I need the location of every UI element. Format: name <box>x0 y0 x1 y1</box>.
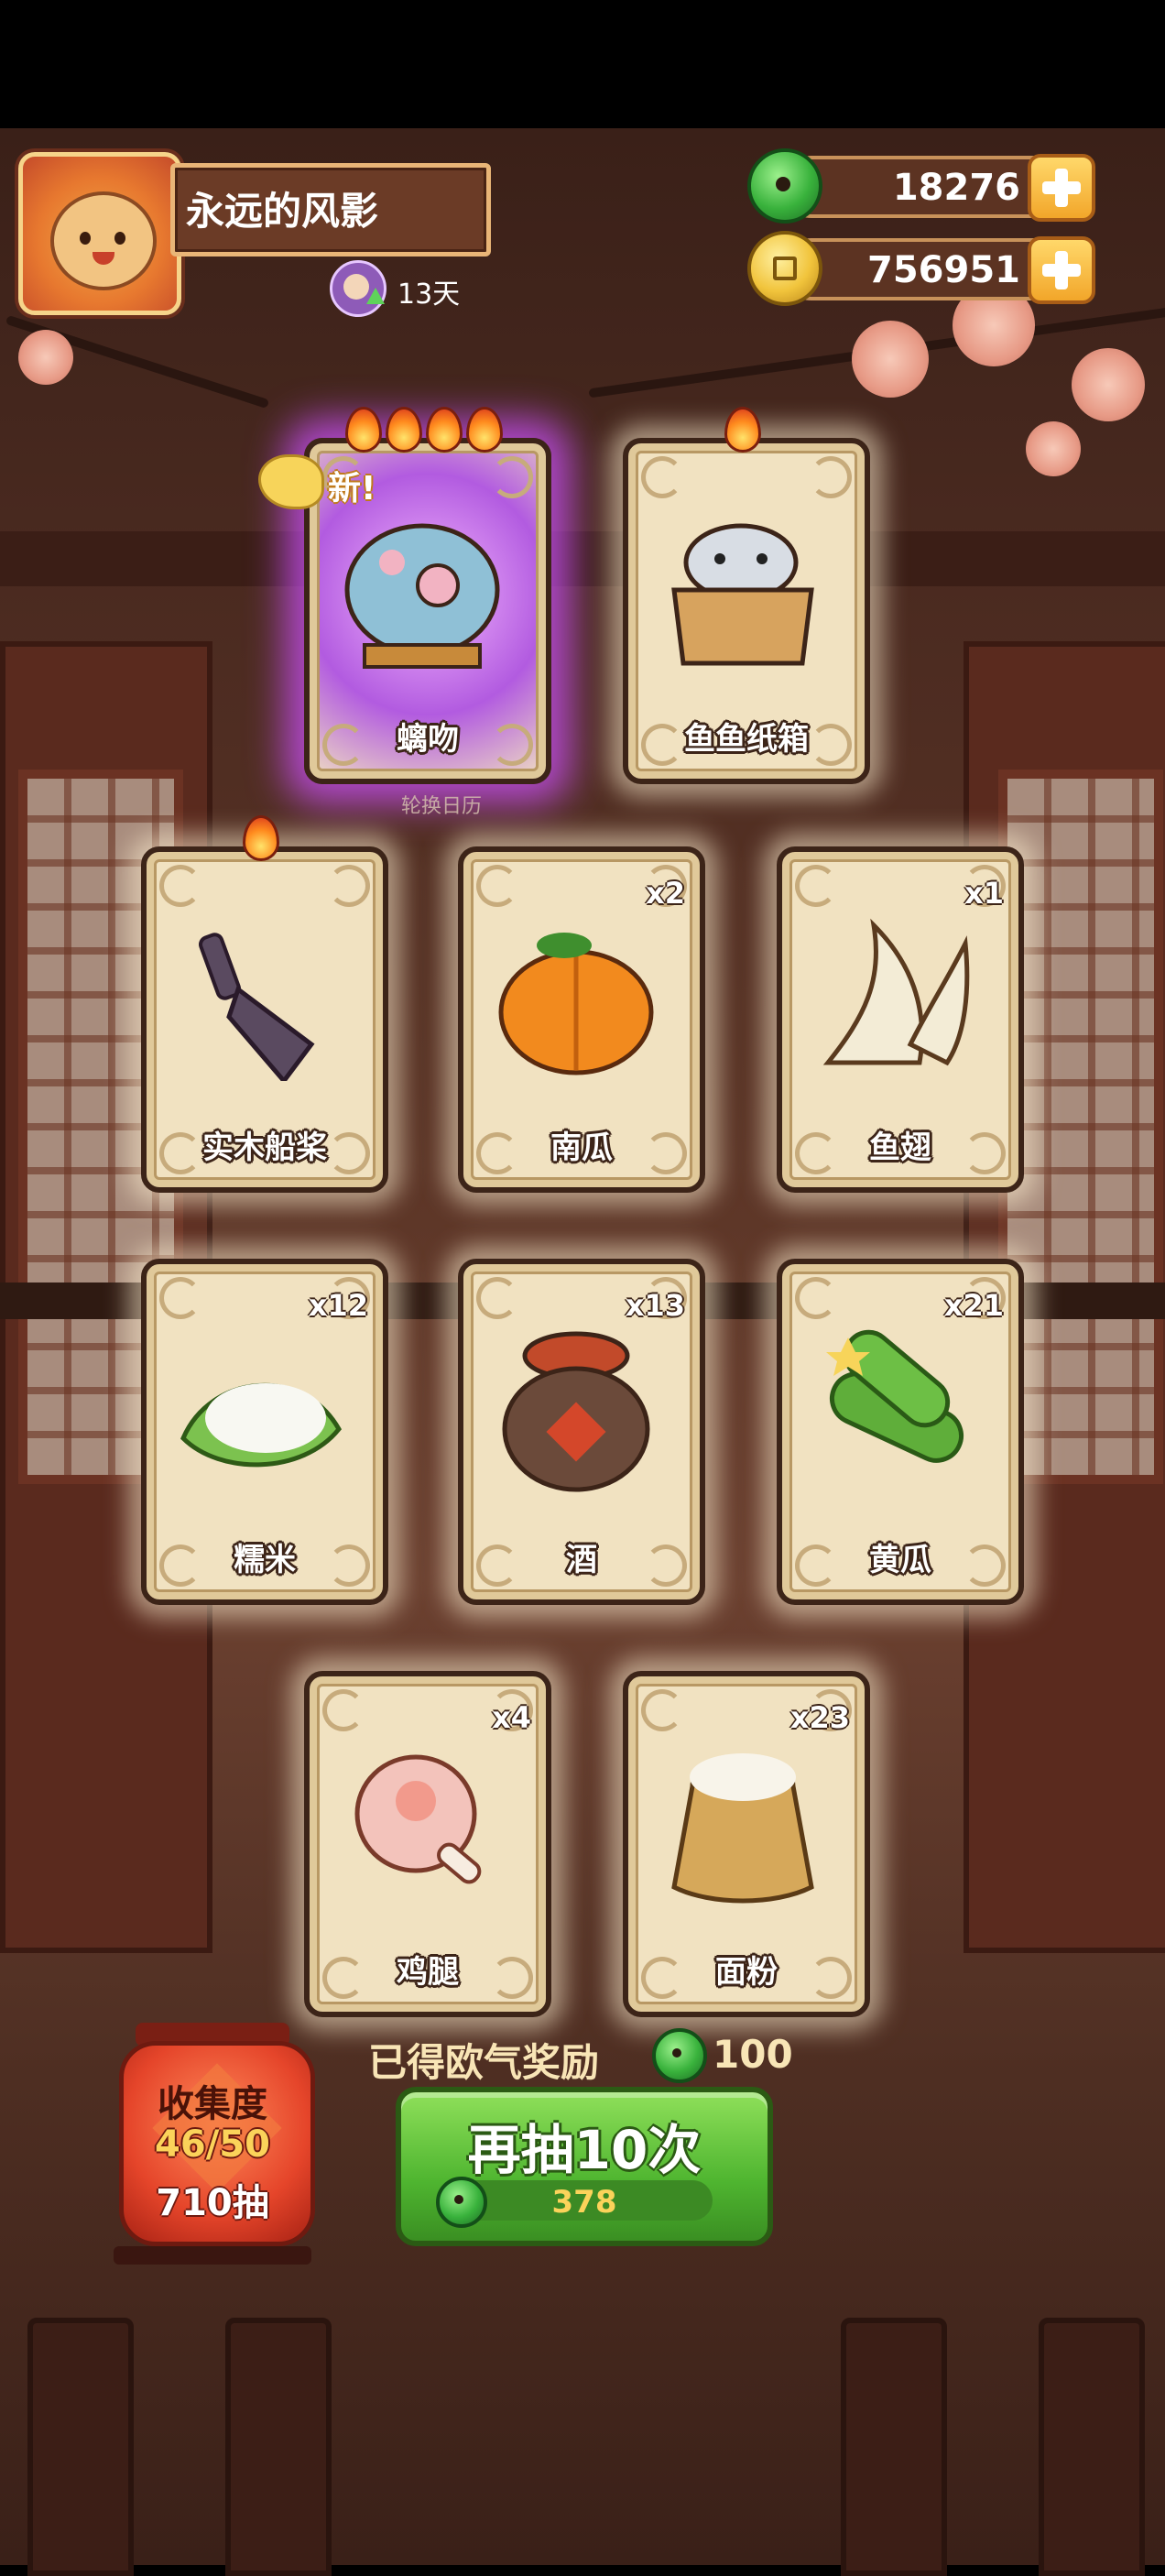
gold-coin-icon <box>747 231 822 306</box>
collection-draws: 710抽 <box>156 2182 269 2224</box>
card-quantity: x4 <box>492 1700 531 1735</box>
wooden-oar-icon <box>199 933 315 1081</box>
item-card[interactable]: x21 黄瓜 <box>777 1259 1024 1605</box>
dragon-fish-icon <box>344 523 500 669</box>
blossom <box>18 330 73 385</box>
reward-value: 100 <box>713 2032 793 2077</box>
add-gold-button[interactable] <box>1028 236 1095 304</box>
card-quantity: x23 <box>789 1700 850 1735</box>
card-corner-swirl <box>795 865 837 907</box>
flour-sack-icon <box>671 1753 814 1904</box>
chicken-leg-icon <box>354 1754 482 1884</box>
collection-lantern[interactable]: 收集度 46/50 710抽 <box>114 2023 315 2270</box>
card-name: 面粉 <box>715 1954 778 1991</box>
card-name: 糯米 <box>234 1542 296 1578</box>
card-name: 黄瓜 <box>869 1542 931 1578</box>
card-name: 鱼鱼纸箱 <box>684 721 809 758</box>
pumpkin-icon <box>498 933 654 1075</box>
collection-progress: 46/50 <box>155 2123 270 2166</box>
item-card[interactable]: 鱼鱼纸箱 <box>623 438 870 784</box>
railing-post <box>841 2318 947 2576</box>
card-corner-swirl <box>328 865 370 907</box>
add-jade-button[interactable] <box>1028 154 1095 222</box>
wine-jar-icon <box>502 1331 650 1492</box>
roof-beam <box>0 531 1165 586</box>
card-corner-swirl <box>322 1689 365 1731</box>
login-days[interactable]: 13天 <box>330 260 476 317</box>
jade-coin-icon <box>747 148 822 224</box>
gold-amount: 756951 <box>867 249 1020 291</box>
bear-face-icon <box>50 191 157 290</box>
card-corner-swirl <box>641 456 683 498</box>
card-name: 鸡腿 <box>397 1954 459 1991</box>
card-name: 鱼翅 <box>869 1130 931 1166</box>
days-count: 13天 <box>397 278 461 311</box>
new-badge: 新! <box>258 454 376 518</box>
cucumber-icon <box>826 1329 964 1463</box>
card-corner-swirl <box>491 456 533 498</box>
jade-amount: 18276 <box>892 167 1020 209</box>
card-quantity: x2 <box>646 876 685 911</box>
draw-ten-button[interactable]: 再抽10次 378 <box>396 2087 773 2246</box>
item-card[interactable]: x1 鱼翅 <box>777 846 1024 1193</box>
card-name: 实木船桨 <box>202 1130 327 1166</box>
card-quantity: x1 <box>964 876 1004 911</box>
up-arrow-icon <box>366 288 385 304</box>
item-card[interactable]: 实木船桨 <box>141 846 388 1193</box>
item-card[interactable]: x23 面粉 <box>623 1671 870 2017</box>
seal-in-box-icon <box>671 523 814 666</box>
card-quantity: x13 <box>625 1288 685 1323</box>
card-corner-swirl <box>476 865 518 907</box>
card-corner-swirl <box>159 1277 201 1319</box>
card-name: 螭吻 <box>397 721 459 758</box>
card-corner-swirl <box>810 456 852 498</box>
jade-currency: 18276 <box>747 148 1105 224</box>
player-name: 永远的风影 <box>186 189 379 234</box>
draw-cost: 378 <box>436 2177 713 2228</box>
railing-post <box>225 2318 332 2576</box>
collection-title: 收集度 <box>158 2083 267 2125</box>
calendar-label: 轮换日历 <box>401 795 483 818</box>
player-name-plate[interactable]: 永远的风影 <box>170 163 491 257</box>
card-name: 南瓜 <box>550 1130 613 1166</box>
draw-ten-label: 再抽10次 <box>467 2119 702 2181</box>
card-name: 酒 <box>566 1542 597 1578</box>
jade-coin-icon <box>652 2028 707 2083</box>
draw-cost-value: 378 <box>551 2184 617 2221</box>
shark-fin-icon <box>822 918 970 1066</box>
card-corner-swirl <box>795 1277 837 1319</box>
butterfly-icon <box>258 454 324 509</box>
railing-post <box>27 2318 134 2576</box>
item-card[interactable]: x4 鸡腿 <box>304 1671 551 2017</box>
item-card[interactable]: x13 酒 <box>458 1259 705 1605</box>
card-quantity: x21 <box>943 1288 1004 1323</box>
gold-currency: 756951 <box>747 231 1105 306</box>
card-corner-swirl <box>641 1689 683 1731</box>
luck-reward: 已得欧气奖励 100 <box>368 2028 808 2085</box>
sticky-rice-icon <box>180 1382 343 1468</box>
blossom <box>1072 348 1145 421</box>
item-card[interactable]: x2 南瓜 <box>458 846 705 1193</box>
item-card[interactable]: x12 糯米 <box>141 1259 388 1605</box>
player-avatar[interactable] <box>18 152 181 315</box>
railing-post <box>1039 2318 1145 2576</box>
card-corner-swirl <box>159 865 201 907</box>
card-quantity: x12 <box>308 1288 368 1323</box>
reward-label: 已得欧气奖励 <box>368 2040 600 2085</box>
card-corner-swirl <box>476 1277 518 1319</box>
blossom <box>852 321 929 398</box>
blossom <box>1026 421 1081 476</box>
